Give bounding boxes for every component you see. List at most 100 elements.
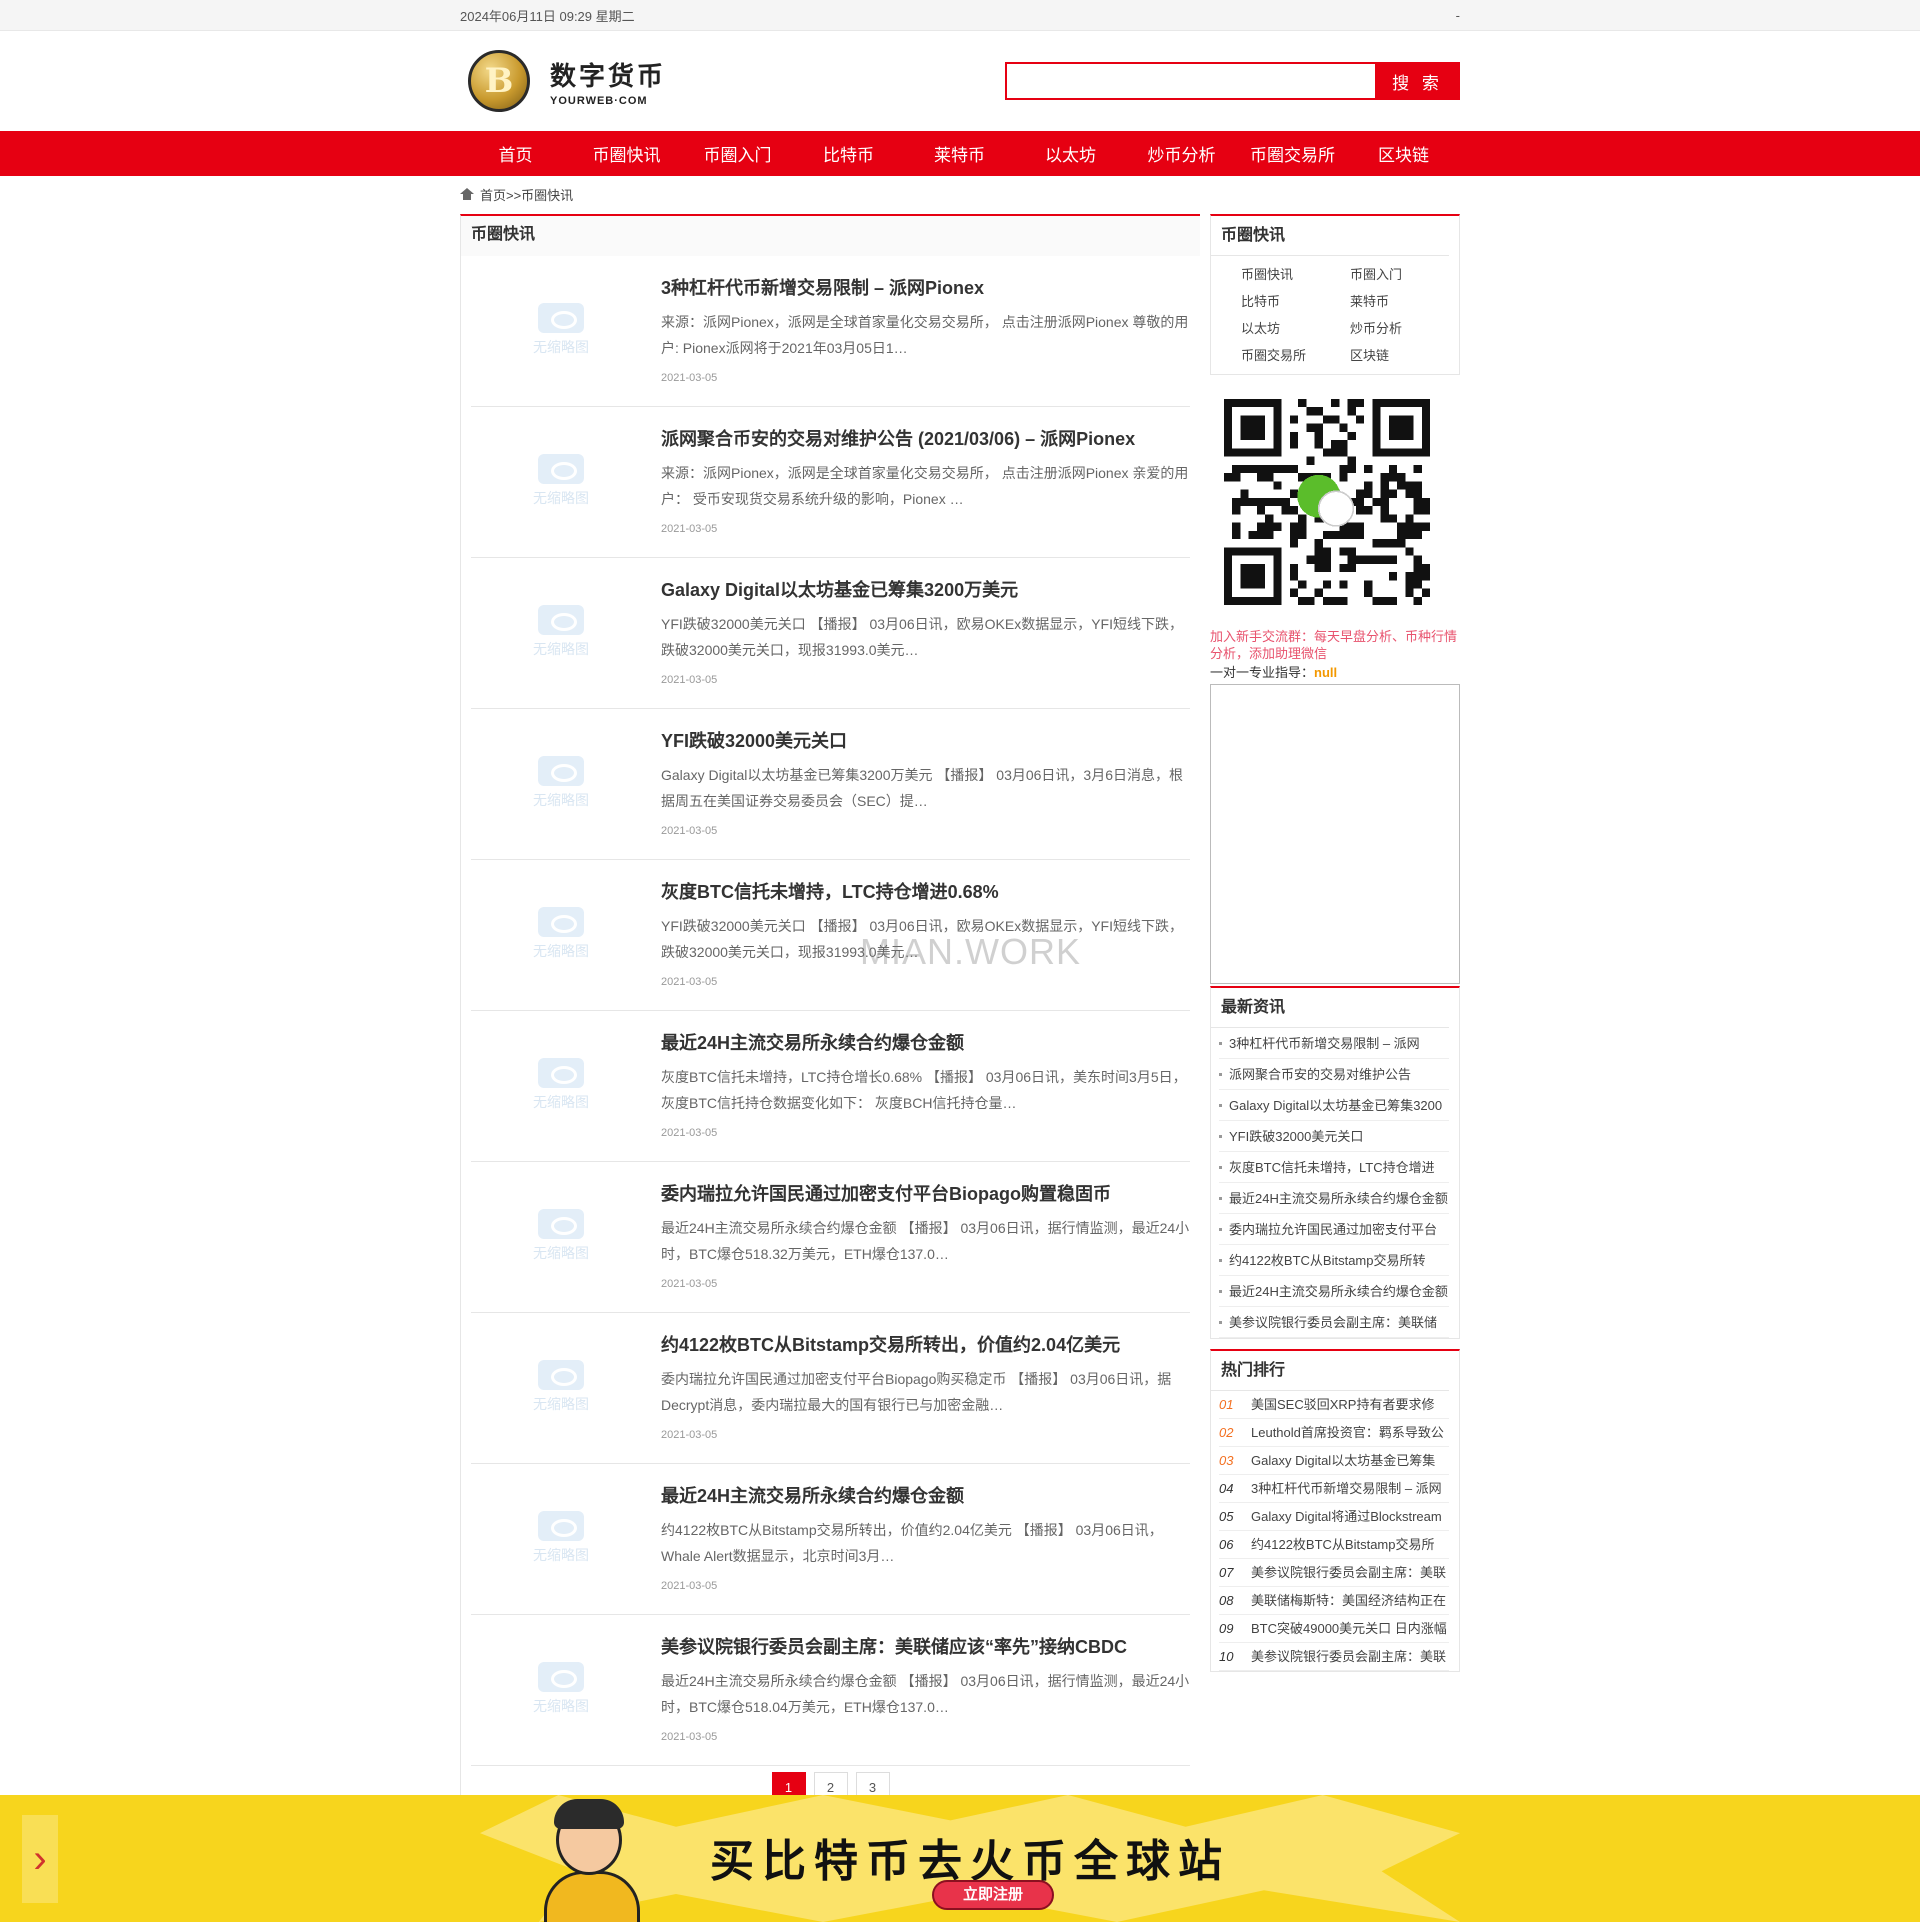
article-list-panel: 币圈快讯 无缩略图 3种杠杆代币新增交易限制 – 派网Pionex 来源：派网Pio… — [460, 214, 1200, 1806]
hot-ranking-item[interactable]: 09 BTC突破49000美元关口 日内涨幅 — [1219, 1615, 1449, 1643]
bottom-ad-banner[interactable]: › 买比特币去火币全球站 立即注册 — [0, 1795, 1920, 1922]
search-button[interactable]: 搜 索 — [1375, 62, 1460, 100]
article-title[interactable]: 约4122枚BTC从Bitstamp交易所转出，价值约2.04亿美元 — [661, 1331, 1190, 1357]
category-link[interactable]: 币圈快讯 — [1241, 264, 1350, 283]
category-link[interactable]: 以太坊 — [1241, 318, 1350, 337]
image-icon — [538, 1058, 584, 1088]
article-date: 2021-03-05 — [661, 372, 718, 384]
thumbnail-placeholder[interactable]: 无缩略图 — [471, 875, 651, 993]
article-title[interactable]: 最近24H主流交易所永续合约爆仓金额 — [661, 1482, 1190, 1508]
article-title[interactable]: YFI跌破32000美元关口 — [661, 727, 1190, 753]
hot-ranking-item[interactable]: 08 美联储梅斯特：美国经济结构正在 — [1219, 1587, 1449, 1615]
latest-news-box: 最新资讯 3种杠杆代币新增交易限制 – 派网 派网聚合币安的交易对维护公告 Gala… — [1210, 986, 1460, 1339]
main-nav: 首页 币圈快讯 币圈入门 比特币 莱特币 以太坊 炒币分析 币圈交易所 区块链 — [0, 131, 1920, 176]
chevron-right-icon[interactable]: › — [22, 1815, 58, 1903]
nav-item[interactable]: 首页 — [460, 141, 571, 166]
rank-title: 美参议院银行委员会副主席：美联 — [1251, 1565, 1447, 1580]
article-item: 无缩略图 YFI跌破32000美元关口 Galaxy Digital以太坊基金已筹集… — [471, 709, 1190, 860]
article-item: 无缩略图 Galaxy Digital以太坊基金已筹集3200万美元 YFI跌破32… — [471, 558, 1190, 709]
thumbnail-placeholder[interactable]: 无缩略图 — [471, 422, 651, 540]
thumbnail-label: 无缩略图 — [533, 1698, 589, 1714]
rank-number: 07 — [1219, 1565, 1234, 1580]
hot-ranking-item[interactable]: 06 约4122枚BTC从Bitstamp交易所 — [1219, 1531, 1449, 1559]
nav-item[interactable]: 比特币 — [793, 141, 904, 166]
latest-news-item[interactable]: 委内瑞拉允许国民通过加密支付平台 — [1219, 1214, 1449, 1245]
thumbnail-label: 无缩略图 — [533, 490, 589, 506]
hot-ranking-item[interactable]: 01 美国SEC驳回XRP持有者要求修 — [1219, 1391, 1449, 1419]
article-item: 无缩略图 美参议院银行委员会副主席：美联储应该“率先”接纳CBDC 最近24H主流交… — [471, 1615, 1190, 1766]
article-summary: 委内瑞拉允许国民通过加密支付平台Biopago购买稳定币 【播报】 03月06日… — [661, 1371, 1172, 1413]
latest-news-item[interactable]: 灰度BTC信托未增持，LTC持仓增进 — [1219, 1152, 1449, 1183]
date-time: 2024年06月11日 09:29 星期二 — [460, 9, 635, 24]
image-icon — [538, 605, 584, 635]
latest-news-item[interactable]: Galaxy Digital以太坊基金已筹集3200 — [1219, 1090, 1449, 1121]
article-date: 2021-03-05 — [661, 523, 718, 535]
article-item: 无缩略图 约4122枚BTC从Bitstamp交易所转出，价值约2.04亿美元委内… — [471, 1313, 1190, 1464]
article-item: 无缩略图 3种杠杆代币新增交易限制 – 派网Pionex 来源：派网Pionex，派… — [471, 256, 1190, 407]
article-title[interactable]: 最近24H主流交易所永续合约爆仓金额 — [661, 1029, 1190, 1055]
article-title[interactable]: 3种杠杆代币新增交易限制 – 派网Pionex — [661, 274, 1190, 300]
thumbnail-placeholder[interactable]: 无缩略图 — [471, 724, 651, 842]
thumbnail-placeholder[interactable]: 无缩略图 — [471, 1177, 651, 1295]
bitcoin-coin-icon: B — [468, 50, 530, 112]
category-link[interactable]: 币圈入门 — [1350, 264, 1459, 283]
category-link[interactable]: 区块链 — [1350, 345, 1459, 364]
nav-item[interactable]: 以太坊 — [1015, 141, 1126, 166]
rank-title: Galaxy Digital将通过Blockstream — [1251, 1509, 1442, 1524]
category-link[interactable]: 莱特币 — [1350, 291, 1459, 310]
article-title[interactable]: 美参议院银行委员会副主席：美联储应该“率先”接纳CBDC — [661, 1633, 1190, 1659]
article-title[interactable]: Galaxy Digital以太坊基金已筹集3200万美元 — [661, 576, 1190, 602]
latest-news-item[interactable]: 最近24H主流交易所永续合约爆仓金额 — [1219, 1183, 1449, 1214]
rank-number: 08 — [1219, 1593, 1234, 1608]
hot-ranking-item[interactable]: 05 Galaxy Digital将通过Blockstream — [1219, 1503, 1449, 1531]
rank-title: 美联储梅斯特：美国经济结构正在 — [1251, 1593, 1447, 1608]
thumbnail-placeholder[interactable]: 无缩略图 — [471, 1630, 651, 1748]
article-title[interactable]: 派网聚合币安的交易对维护公告 (2021/03/06) – 派网Pionex — [661, 425, 1190, 451]
category-link[interactable]: 炒币分析 — [1350, 318, 1459, 337]
latest-news-item[interactable]: 3种杠杆代币新增交易限制 – 派网 — [1219, 1028, 1449, 1059]
thumbnail-placeholder[interactable]: 无缩略图 — [471, 1026, 651, 1144]
category-link[interactable]: 币圈交易所 — [1241, 345, 1350, 364]
nav-item[interactable]: 币圈入门 — [682, 141, 793, 166]
thumbnail-placeholder[interactable]: 无缩略图 — [471, 573, 651, 691]
rank-number: 06 — [1219, 1537, 1234, 1552]
register-button[interactable]: 立即注册 — [932, 1880, 1054, 1910]
rank-number: 03 — [1219, 1453, 1234, 1468]
latest-news-item[interactable]: 美参议院银行委员会副主席：美联储 — [1219, 1307, 1449, 1338]
hot-ranking-item[interactable]: 03 Galaxy Digital以太坊基金已筹集 — [1219, 1447, 1449, 1475]
article-title[interactable]: 灰度BTC信托未增持，LTC持仓增进0.68% — [661, 878, 1190, 904]
nav-item[interactable]: 币圈快讯 — [571, 141, 682, 166]
article-summary: 来源：派网Pionex，派网是全球首家量化交易交易所， 点击注册派网Pionex… — [661, 314, 1189, 356]
latest-news-item[interactable]: 派网聚合币安的交易对维护公告 — [1219, 1059, 1449, 1090]
thumbnail-placeholder[interactable]: 无缩略图 — [471, 271, 651, 389]
nav-item[interactable]: 币圈交易所 — [1237, 141, 1348, 166]
hot-ranking-item[interactable]: 02 Leuthold首席投资官：羁系导致公 — [1219, 1419, 1449, 1447]
broken-image[interactable] — [1210, 684, 1460, 984]
article-summary: 最近24H主流交易所永续合约爆仓金额 【播报】 03月06日讯，据行情监测，最近… — [661, 1220, 1190, 1262]
hot-ranking-item[interactable]: 10 美参议院银行委员会副主席：美联 — [1219, 1643, 1449, 1671]
category-box: 币圈快讯 币圈快讯 币圈入门 比特币 莱特币 以太坊 炒币分析 币圈交易所 区块链 — [1210, 214, 1460, 375]
article-date: 2021-03-05 — [661, 674, 718, 686]
nav-item[interactable]: 炒币分析 — [1126, 141, 1237, 166]
header: B 数字货币 YOURWEB·COM 搜 索 — [0, 31, 1920, 131]
article-summary: YFI跌破32000美元关口 【播报】 03月06日讯，欧易OKEx数据显示，Y… — [661, 616, 1183, 658]
rank-number: 02 — [1219, 1425, 1234, 1440]
latest-news-item[interactable]: 最近24H主流交易所永续合约爆仓金额 — [1219, 1276, 1449, 1307]
article-title[interactable]: 委内瑞拉允许国民通过加密支付平台Biopago购置稳固币 — [661, 1180, 1190, 1206]
latest-news-item[interactable]: 约4122枚BTC从Bitstamp交易所转 — [1219, 1245, 1449, 1276]
thumbnail-placeholder[interactable]: 无缩略图 — [471, 1328, 651, 1446]
logo-subtitle: YOURWEB·COM — [550, 94, 648, 107]
site-logo[interactable]: B 数字货币 YOURWEB·COM — [460, 50, 666, 112]
article-date: 2021-03-05 — [661, 825, 718, 837]
article-date: 2021-03-05 — [661, 1731, 718, 1743]
image-icon — [538, 1662, 584, 1692]
breadcrumb-text[interactable]: 首页>>币圈快讯 — [480, 185, 573, 204]
hot-ranking-item[interactable]: 04 3种杠杆代币新增交易限制 – 派网 — [1219, 1475, 1449, 1503]
nav-item[interactable]: 区块链 — [1348, 141, 1459, 166]
hot-ranking-item[interactable]: 07 美参议院银行委员会副主席：美联 — [1219, 1559, 1449, 1587]
nav-item[interactable]: 莱特币 — [904, 141, 1015, 166]
search-input[interactable] — [1005, 62, 1375, 100]
thumbnail-placeholder[interactable]: 无缩略图 — [471, 1479, 651, 1597]
latest-news-item[interactable]: YFI跌破32000美元关口 — [1219, 1121, 1449, 1152]
category-link[interactable]: 比特币 — [1241, 291, 1350, 310]
